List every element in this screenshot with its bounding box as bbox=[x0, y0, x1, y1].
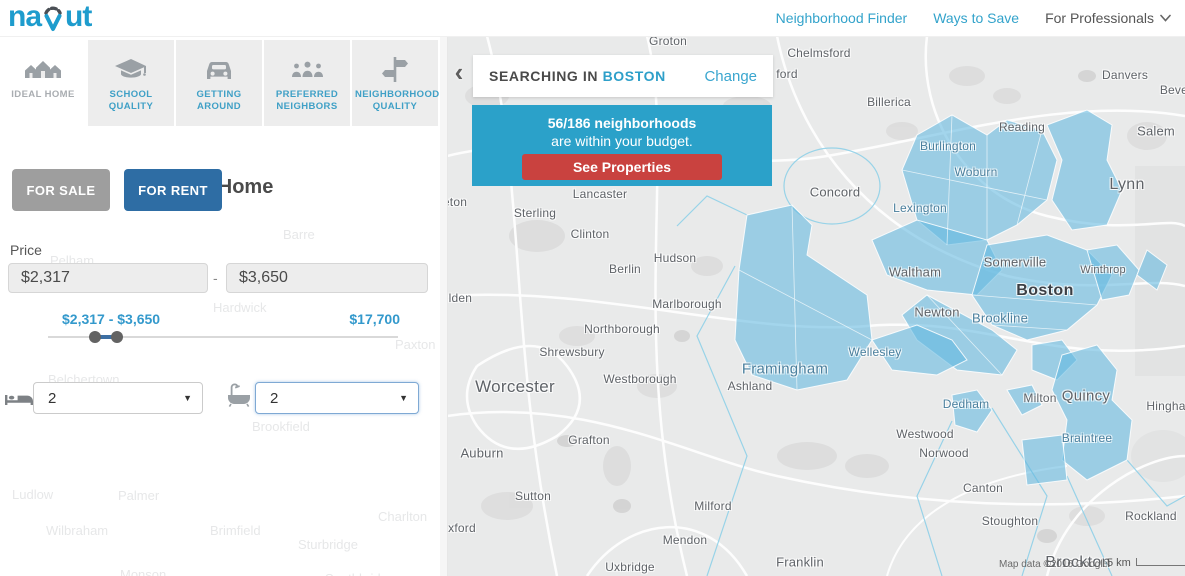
bed-icon bbox=[4, 388, 34, 411]
budget-banner: 56/186 neighborhoods are within your bud… bbox=[472, 105, 772, 186]
graduation-cap-icon bbox=[114, 55, 148, 83]
bathrooms-select[interactable]: 2 ▼ bbox=[255, 382, 419, 414]
tab-label: PREFERRED NEIGHBORS bbox=[267, 89, 347, 113]
tab-label: SCHOOL QUALITY bbox=[91, 89, 171, 113]
price-separator: - bbox=[213, 270, 218, 286]
change-city-link[interactable]: Change bbox=[704, 68, 757, 85]
tab-neighborhood-quality[interactable]: NEIGHBORHOOD QUALITY bbox=[352, 40, 438, 126]
tab-ideal-home[interactable]: IDEAL HOME bbox=[0, 40, 86, 126]
top-nav: Neighborhood Finder Ways to Save For Pro… bbox=[776, 0, 1171, 36]
select-caret-icon: ▼ bbox=[399, 393, 408, 403]
tab-label: IDEAL HOME bbox=[3, 89, 83, 101]
see-properties-button[interactable]: See Properties bbox=[522, 154, 722, 180]
people-icon bbox=[290, 55, 325, 83]
bedrooms-value: 2 bbox=[48, 390, 56, 407]
map-scale: 5 km bbox=[1107, 557, 1185, 569]
filter-panel: PelhamBarreHardwickPaxtonBelchertownBroo… bbox=[0, 36, 440, 576]
searching-in-label: SEARCHING IN bbox=[489, 68, 603, 84]
slider-handle-max[interactable] bbox=[111, 331, 123, 343]
bathrooms-value: 2 bbox=[270, 390, 278, 407]
faint-map-label: Sturbridge bbox=[298, 537, 358, 552]
navut-logo[interactable]: na ut bbox=[8, 2, 91, 32]
tab-getting-around[interactable]: GETTING AROUND bbox=[176, 40, 262, 126]
logo-text-left: na bbox=[8, 2, 41, 32]
search-card: SEARCHING IN BOSTON Change bbox=[473, 55, 773, 97]
map-scale-bar bbox=[1136, 558, 1185, 566]
panel-divider bbox=[440, 36, 448, 576]
faint-map-label: Barre bbox=[283, 227, 315, 242]
homes-icon bbox=[24, 55, 62, 83]
for-sale-button[interactable]: FOR SALE bbox=[12, 169, 110, 211]
nav-neighborhood-finder[interactable]: Neighborhood Finder bbox=[776, 10, 908, 26]
tab-preferred-neighbors[interactable]: PREFERRED NEIGHBORS bbox=[264, 40, 350, 126]
bedrooms-select[interactable]: 2 ▼ bbox=[33, 382, 203, 414]
chevron-down-icon bbox=[1160, 14, 1171, 22]
header: na ut Neighborhood Finder Ways to Save F… bbox=[0, 0, 1185, 37]
faint-map-label: Brimfield bbox=[210, 523, 261, 538]
nav-for-professionals[interactable]: For Professionals bbox=[1045, 10, 1171, 26]
faint-map-label: Charlton bbox=[378, 509, 427, 524]
price-max-input[interactable] bbox=[226, 263, 428, 293]
collapse-panel-button[interactable]: ‹ bbox=[449, 58, 469, 88]
filter-tabs: IDEAL HOME SCHOOL QUALITY GETTING AROUND PR… bbox=[0, 40, 440, 126]
faint-map-label: Palmer bbox=[118, 488, 159, 503]
slider-handle-min[interactable] bbox=[89, 331, 101, 343]
faint-map-label: Ludlow bbox=[12, 487, 53, 502]
faint-map-label: Southbridge bbox=[325, 571, 395, 576]
car-icon bbox=[204, 55, 234, 83]
map[interactable]: GrotonChelmsfordfordBillericaDanversBeve… bbox=[447, 36, 1185, 576]
bathtub-icon bbox=[226, 382, 252, 413]
price-min-input[interactable] bbox=[8, 263, 208, 293]
price-range-max: $17,700 bbox=[349, 311, 400, 327]
map-attribution: Map data ©2016 Google bbox=[999, 559, 1108, 570]
tab-school-quality[interactable]: SCHOOL QUALITY bbox=[88, 40, 174, 126]
budget-subtext: are within your budget. bbox=[472, 133, 772, 149]
select-caret-icon: ▼ bbox=[183, 393, 192, 403]
map-scale-text: 5 km bbox=[1107, 557, 1131, 569]
app: na ut Neighborhood Finder Ways to Save F… bbox=[0, 0, 1185, 576]
tab-label: NEIGHBORHOOD QUALITY bbox=[355, 89, 435, 113]
price-range-current: $2,317 - $3,650 bbox=[62, 311, 160, 327]
for-rent-button[interactable]: FOR RENT bbox=[124, 169, 222, 211]
price-label: Price bbox=[10, 242, 42, 258]
price-range-row: $2,317 - $3,650 $17,700 bbox=[0, 311, 440, 329]
faint-map-label: Monson bbox=[120, 567, 166, 576]
logo-text-right: ut bbox=[65, 2, 91, 32]
price-slider[interactable] bbox=[48, 330, 398, 344]
nav-ways-to-save[interactable]: Ways to Save bbox=[933, 10, 1019, 26]
map-pin-icon bbox=[42, 4, 64, 32]
budget-count-text: 56/186 neighborhoods bbox=[472, 115, 772, 131]
faint-map-label: Paxton bbox=[395, 337, 435, 352]
tab-label: GETTING AROUND bbox=[179, 89, 259, 113]
signpost-icon bbox=[380, 55, 410, 83]
faint-map-label: Wilbraham bbox=[46, 523, 108, 538]
faint-map-label: Brookfield bbox=[252, 419, 310, 434]
search-city: BOSTON bbox=[603, 68, 666, 84]
